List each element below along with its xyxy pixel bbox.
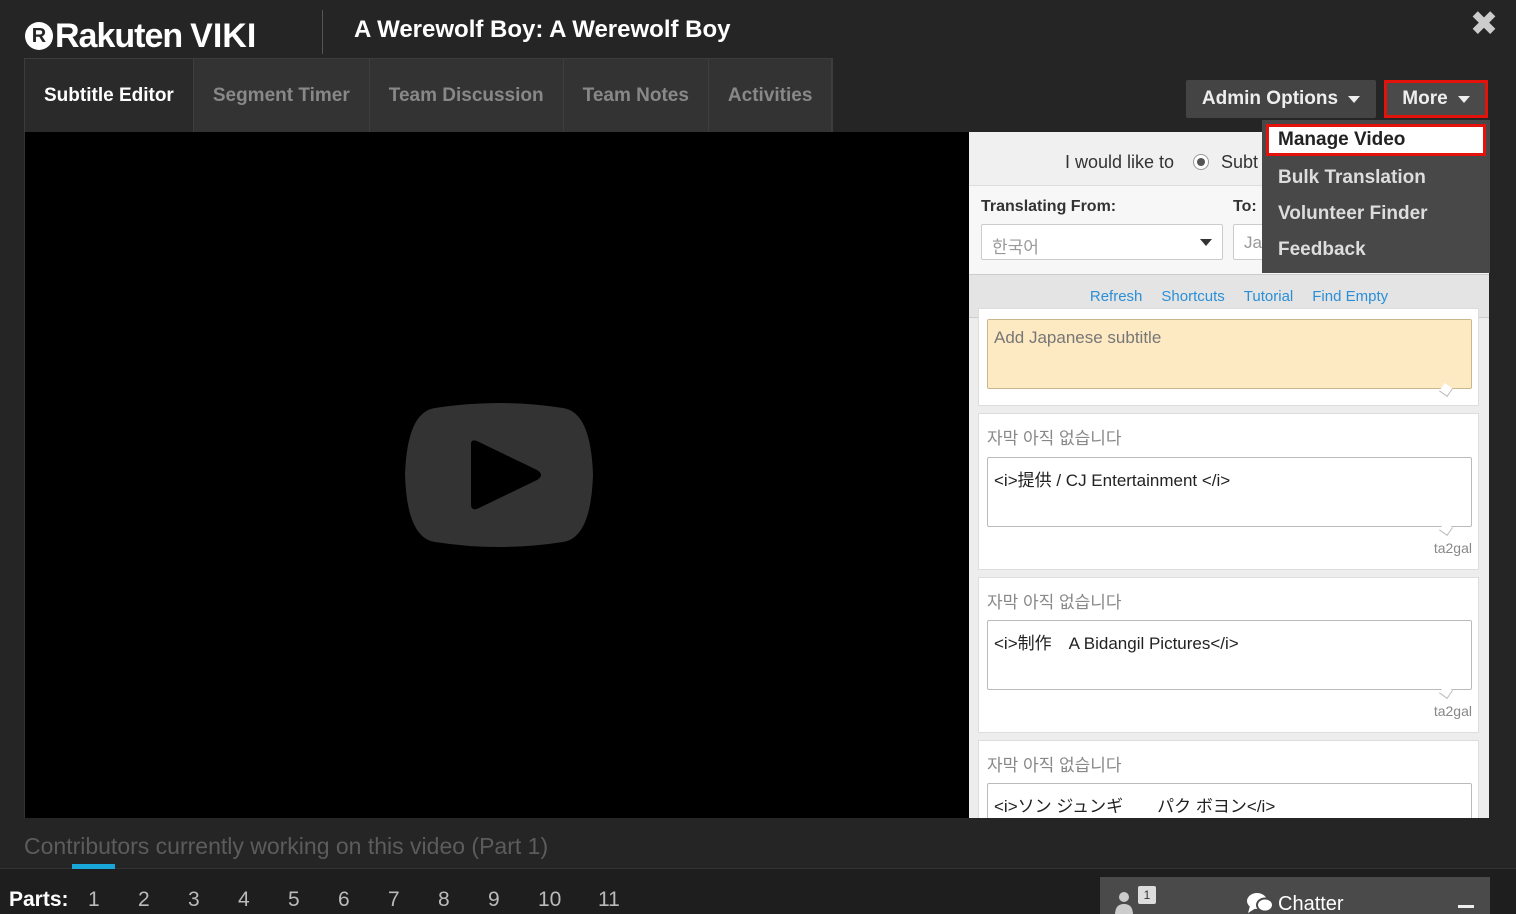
contributors-heading: Contributors currently working on this v… [24, 833, 549, 859]
part-link[interactable]: 9 [488, 888, 538, 912]
chevron-down-icon [1200, 239, 1212, 246]
menu-item-volunteer-finder[interactable]: Volunteer Finder [1262, 196, 1490, 232]
users-icon [1115, 892, 1133, 914]
header-divider [322, 10, 323, 54]
mode-option-label: Subt [1221, 152, 1259, 172]
logo-viki-text: VIKI [190, 16, 257, 55]
tutorial-link[interactable]: Tutorial [1244, 288, 1293, 305]
subtitle-input[interactable]: <i>制作 A Bidangil Pictures</i> [987, 620, 1472, 690]
admin-options-button[interactable]: Admin Options [1186, 80, 1376, 118]
shortcuts-link[interactable]: Shortcuts [1161, 288, 1224, 305]
from-language-value: 한국어 [992, 238, 1039, 257]
part-link[interactable]: 10 [538, 888, 598, 912]
part-link[interactable]: 2 [138, 888, 188, 912]
author-name[interactable]: ta2gal [1434, 703, 1472, 719]
translating-from-label: Translating From: [981, 198, 1117, 215]
would-like-label: I would like to [1065, 152, 1175, 172]
tab-team-discussion[interactable]: Team Discussion [370, 59, 564, 133]
subtitle-input[interactable]: <i>提供 / CJ Entertainment </i> [987, 457, 1472, 527]
mode-radio[interactable] [1193, 154, 1209, 170]
tab-activities[interactable]: Activities [709, 59, 833, 133]
more-dropdown-menu: Manage Video Bulk Translation Volunteer … [1262, 120, 1490, 273]
part-link[interactable]: 1 [88, 888, 138, 912]
tab-segment-timer[interactable]: Segment Timer [194, 59, 370, 133]
part-link[interactable]: 4 [238, 888, 288, 912]
find-empty-link[interactable]: Find Empty [1312, 288, 1388, 305]
part-link[interactable]: 8 [438, 888, 488, 912]
part-link[interactable]: 6 [338, 888, 388, 912]
part-link[interactable]: 11 [598, 888, 648, 912]
source-subtitle: 자막 아직 없습니다 [987, 756, 1122, 775]
rakuten-viki-logo[interactable]: R Rakuten VIKI [25, 16, 257, 55]
more-button[interactable]: More [1384, 80, 1488, 118]
refresh-link[interactable]: Refresh [1090, 288, 1143, 305]
source-subtitle: 자막 아직 없습니다 [987, 429, 1122, 448]
source-subtitle: 자막 아직 없습니다 [987, 593, 1122, 612]
subtitle-input[interactable]: <i>ソン ジュンギ パク ボヨン</i> [987, 783, 1472, 818]
caret-down-icon [1457, 95, 1470, 103]
active-part-indicator [72, 864, 115, 869]
tab-team-notes[interactable]: Team Notes [564, 59, 709, 133]
caret-down-icon [1348, 95, 1361, 103]
subtitle-input[interactable]: Add Japanese subtitle [987, 319, 1472, 389]
menu-item-feedback[interactable]: Feedback [1262, 232, 1490, 268]
chatter-panel[interactable]: 1 Chatter [1100, 877, 1490, 914]
admin-options-label: Admin Options [1201, 88, 1339, 109]
tab-subtitle-editor[interactable]: Subtitle Editor [25, 59, 194, 133]
chatter-label: Chatter [1278, 893, 1344, 914]
play-icon[interactable] [405, 400, 593, 550]
author-name[interactable]: ta2gal [1434, 540, 1472, 556]
parts-list: 1 2 3 4 5 6 7 8 9 10 11 [88, 888, 648, 912]
logo-rakuten-text: Rakuten [55, 16, 183, 55]
translating-to-label: To: [1233, 198, 1257, 215]
editor-tabs: Subtitle Editor Segment Timer Team Discu… [24, 58, 834, 133]
page-title: A Werewolf Boy: A Werewolf Boy [354, 16, 731, 43]
chat-bubbles-icon [1247, 893, 1274, 913]
to-language-value: Ja [1244, 233, 1262, 252]
from-language-select[interactable]: 한국어 [981, 224, 1223, 260]
part-link[interactable]: 7 [388, 888, 438, 912]
parts-label: Parts: [9, 888, 69, 911]
subtitle-card: Add Japanese subtitle [978, 308, 1479, 406]
close-icon[interactable]: ✖ [1466, 7, 1502, 44]
video-player[interactable] [24, 132, 970, 818]
part-link[interactable]: 5 [288, 888, 338, 912]
menu-item-bulk-translation[interactable]: Bulk Translation [1262, 160, 1490, 196]
subtitle-card: 자막 아직 없습니다 <i>提供 / CJ Entertainment </i>… [978, 413, 1479, 570]
rakuten-r-icon: R [25, 22, 53, 50]
part-link[interactable]: 3 [188, 888, 238, 912]
online-count-badge: 1 [1138, 886, 1156, 904]
more-label: More [1402, 88, 1448, 109]
menu-item-manage-video[interactable]: Manage Video [1266, 124, 1486, 156]
subtitle-card: 자막 아직 없습니다 <i>ソン ジュンギ パク ボヨン</i> [978, 740, 1479, 818]
minimize-icon[interactable] [1458, 905, 1474, 908]
subtitle-card: 자막 아직 없습니다 <i>制作 A Bidangil Pictures</i>… [978, 577, 1479, 733]
